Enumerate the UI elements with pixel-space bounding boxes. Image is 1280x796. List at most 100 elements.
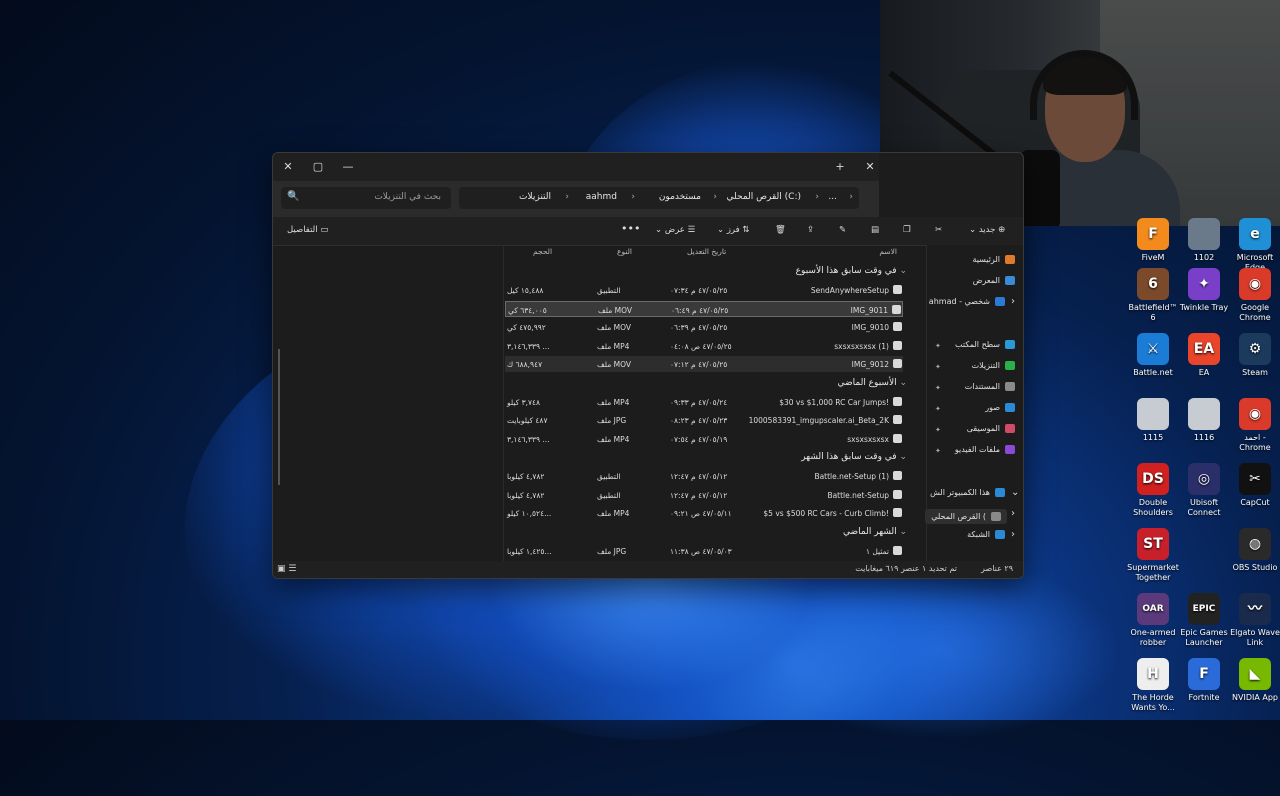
file-explorer-window[interactable]: ✕ ▢ — + ✕ 🔍 بحث في التنزيلات التنزيلات ›…	[272, 152, 1024, 579]
view-button[interactable]: ⌄ عرض ☰	[655, 225, 695, 235]
column-header-size[interactable]: الحجم	[533, 247, 552, 256]
desktop-icon[interactable]: ⚔ Battle.net	[1127, 333, 1179, 378]
close-button[interactable]: ✕	[277, 157, 299, 177]
expand-chevron-icon[interactable]: ›	[1011, 508, 1015, 519]
file-row[interactable]: sxsxsxsxsx (1) ٤٧/٠٥/٢٥ ص ٠٤:٠٨ ملف MP4 ٣,١…	[505, 338, 903, 354]
minimize-button[interactable]: —	[337, 157, 359, 177]
file-name: $5 vs $500 RC Cars - Curb Climb!	[763, 509, 889, 518]
desktop-icon[interactable]: ST Supermarket Together	[1127, 528, 1179, 583]
breadcrumb-item[interactable]: التنزيلات	[519, 192, 551, 202]
file-icon	[893, 396, 902, 406]
desktop-icon[interactable]: 〰 Elgato Wave Link	[1229, 593, 1280, 648]
file-row[interactable]: Battle.net-Setup (1) ٤٧/٠٥/١٢ م ١٢:٤٧ التط…	[505, 468, 903, 484]
desktop-icon[interactable]: OAR One-armed robber	[1127, 593, 1179, 648]
breadcrumb-item[interactable]: مستخدمون	[659, 192, 701, 202]
copy-icon[interactable]: ❐	[903, 225, 911, 235]
share-icon[interactable]: ⇪	[807, 225, 814, 235]
desktop-icon[interactable]: H The Horde Wants Yo...	[1127, 658, 1179, 713]
file-size: ٦٨٨,٩٤٧ ك	[507, 360, 543, 369]
desktop-icon[interactable]: 1115	[1127, 398, 1179, 443]
sidebar-item[interactable]: سطح المكتب	[955, 340, 1015, 349]
breadcrumb[interactable]: التنزيلات › aahmd › مستخدمون › القرص الم…	[459, 187, 859, 209]
file-row[interactable]: IMG_9012 ٤٧/٠٥/٢٥ م ٠٧:١٢ ملف MOV ٦٨٨,٩٤٧ ك	[505, 356, 903, 372]
file-row[interactable]: SendAnywhereSetup ٤٧/٠٥/٢٥ م ٠٧:٣٤ التطبيق…	[505, 282, 903, 298]
group-header[interactable]: في وقت سابق هذا الشهر ⌄	[801, 452, 907, 462]
file-row[interactable]: تمثيل ١ ٤٧/٠٥/٠٣ ص ١١:٣٨ ملف JPG ١,٤٢٥ كيلو…	[505, 543, 903, 559]
desktop-icon[interactable]: eMicrosoft Edge	[1229, 218, 1280, 273]
cut-icon[interactable]: ✂	[935, 225, 942, 235]
paste-icon[interactable]: ▤	[871, 225, 879, 235]
sidebar-item[interactable]: هذا الكمبيوتر الش	[930, 488, 1005, 497]
new-button[interactable]: ⌄ جديد ⊕	[969, 225, 1005, 235]
desktop-icon[interactable]: ◍ OBS Studio	[1229, 528, 1280, 573]
sidebar-item[interactable]: المعرض	[973, 276, 1015, 285]
column-header-name[interactable]: الاسم	[879, 247, 897, 256]
chevron-icon: ›	[849, 192, 853, 202]
sidebar-item-label: الموسيقى	[966, 424, 1000, 433]
sidebar-item[interactable]: ملفات الفيديو	[955, 445, 1015, 454]
file-row[interactable]: $30 vs $1,000 RC Car Jumps! ٤٧/٠٥/٢٤ م ٠٩…	[505, 394, 903, 410]
file-row[interactable]: IMG_9011 ٤٧/٠٥/٢٥ م ٠٦:٤٩ ملف MOV ٦٣٤,٠٠٥ ك…	[505, 300, 903, 317]
file-type: ملف MP4	[597, 434, 630, 444]
desktop-icon-label: Twinkle Tray	[1179, 303, 1229, 312]
sidebar-item[interactable]: القرص المحلي (	[925, 509, 1007, 524]
folder-icon	[1005, 340, 1015, 349]
desktop-icon[interactable]: ◉ Google Chrome	[1229, 268, 1280, 323]
group-header[interactable]: الشهر الماضي ⌄	[843, 527, 907, 537]
sidebar-item[interactable]: الرئيسية	[972, 255, 1015, 264]
scrollbar[interactable]	[278, 349, 280, 485]
file-name: Battle.net-Setup (1)	[814, 472, 889, 481]
tab-close-button[interactable]: ✕	[859, 157, 881, 177]
title-bar: ✕ ▢ — + ✕	[273, 153, 879, 181]
desktop-icon[interactable]: F FiveM	[1127, 218, 1179, 263]
new-tab-button[interactable]: +	[829, 157, 851, 177]
desktop-icon[interactable]: F Fortnite	[1178, 658, 1230, 703]
file-date: ٤٧/٠٥/١٢ م ١٢:٤٧	[670, 490, 728, 500]
column-header-type[interactable]: النوع	[617, 247, 632, 256]
sidebar-item[interactable]: المستندات	[965, 382, 1015, 391]
sidebar-item[interactable]: الموسيقى	[967, 424, 1015, 433]
desktop-icon-label: Steam	[1242, 368, 1268, 377]
desktop-icon[interactable]: ◉ احمد - Chrome	[1229, 398, 1280, 453]
breadcrumb-more[interactable]: ...	[828, 192, 837, 202]
sidebar-item[interactable]: ahmad - شخصي	[929, 297, 1005, 306]
desktop-icon[interactable]: 6 Battlefield™ 6	[1127, 268, 1179, 323]
breadcrumb-item[interactable]: aahmd	[586, 192, 617, 202]
file-row[interactable]: sxsxsxsxsx ٤٧/٠٥/١٩ م ٠٧:٥٤ ملف MP4 ٣,١٤٦,٣…	[505, 431, 903, 447]
expand-chevron-icon[interactable]: ⌄	[1011, 487, 1019, 498]
maximize-button[interactable]: ▢	[307, 157, 329, 177]
search-input[interactable]: 🔍 بحث في التنزيلات	[281, 187, 451, 209]
breadcrumb-item[interactable]: القرص المحلي (C:)	[727, 192, 801, 202]
group-header[interactable]: في وقت سابق هذا الأسبوع ⌄	[796, 266, 907, 276]
sidebar-item[interactable]: صور	[985, 403, 1015, 412]
desktop-icon[interactable]: 1102	[1178, 218, 1230, 263]
more-options-button[interactable]: •••	[621, 222, 640, 235]
delete-icon[interactable]: 🗑	[775, 225, 786, 235]
desktop-icon[interactable]: ✦ Twinkle Tray	[1178, 268, 1230, 313]
file-row[interactable]: Battle.net-Setup ٤٧/٠٥/١٢ م ١٢:٤٧ التطبيق ٤…	[505, 487, 903, 503]
desktop-icon[interactable]: ✂ CapCut	[1229, 463, 1280, 508]
details-pane-button[interactable]: التفاصيل ▭	[287, 225, 328, 235]
sidebar-item[interactable]: التنزيلات	[972, 361, 1015, 370]
file-date: ٤٧/٠٥/٠٣ ص ١١:٣٨	[670, 546, 732, 556]
file-size: ٤,٧٨٢ كيلوبا	[507, 490, 545, 500]
rename-icon[interactable]: ✎	[839, 225, 846, 235]
file-row[interactable]: $5 vs $500 RC Cars - Curb Climb! ٤٧/٠٥/١١…	[505, 505, 903, 521]
app-icon	[1188, 398, 1220, 430]
desktop-icon[interactable]: DS Double Shoulders	[1127, 463, 1179, 518]
desktop-icon[interactable]: ◎ Ubisoft Connect	[1178, 463, 1230, 518]
file-row[interactable]: 1000583391_imgupscaler.ai_Beta_2K ٤٧/٠٥/٢…	[505, 412, 903, 428]
view-toggle-icons[interactable]: ▣ ☰	[277, 564, 296, 574]
desktop-icon[interactable]: ◣ NVIDIA App	[1229, 658, 1280, 703]
desktop-icon[interactable]: ⚙ Steam	[1229, 333, 1280, 378]
desktop-icon[interactable]: 1116	[1178, 398, 1230, 443]
sort-button[interactable]: ⌄ فرز ⇅	[717, 225, 750, 235]
desktop-icon[interactable]: EA EA	[1178, 333, 1230, 378]
file-row[interactable]: IMG_9010 ٤٧/٠٥/٢٥ م ٠٦:٣٩ ملف MOV ٤٧٥,٩٩٢ ك…	[505, 319, 903, 335]
column-header-date[interactable]: تاريخ التعديل	[687, 247, 726, 256]
expand-chevron-icon[interactable]: ›	[1011, 296, 1015, 307]
expand-chevron-icon[interactable]: ›	[1011, 529, 1015, 540]
desktop-icon[interactable]: EPIC Epic Games Launcher	[1178, 593, 1230, 648]
sidebar-item[interactable]: الشبكة	[967, 530, 1005, 539]
group-header[interactable]: الأسبوع الماضي ⌄	[837, 378, 907, 388]
